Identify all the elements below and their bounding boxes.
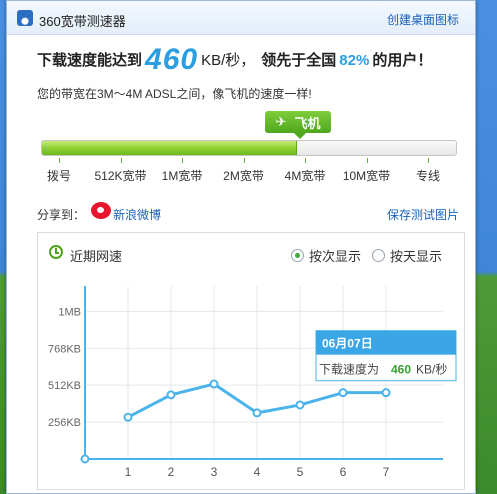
- history-panel: 近期网速 按次显示 按天显示 256KB 512KB 768KB 1MB 1 2 3 4 5 6 7…: [37, 232, 465, 490]
- speed-level-bar: [41, 140, 457, 156]
- speed-value: 460: [145, 43, 199, 76]
- speed-history-chart: 256KB 512KB 768KB 1MB 1 2 3 4 5 6 7 06月07日下载速度为 460 K…: [48, 286, 457, 479]
- data-point: [123, 412, 133, 422]
- x-tick-label: 3: [211, 465, 218, 479]
- speed-level-badge: ✈ 飞机: [265, 111, 331, 139]
- axis-origin-marker: [80, 454, 90, 464]
- scale-tick: [305, 158, 306, 163]
- scale-tick: [243, 158, 245, 163]
- tooltip-label: 下载速度为: [319, 362, 379, 377]
- scale-tick: [59, 158, 60, 163]
- rank-prefix: 领先于全国: [261, 52, 337, 69]
- y-tick-label: 256KB: [48, 417, 81, 429]
- weibo-share-link[interactable]: 新浪微博: [113, 206, 161, 223]
- title-bar: 360宽带测速器 创建桌面图标: [7, 1, 475, 35]
- x-tick-label: 5: [297, 465, 304, 479]
- data-point: [166, 390, 176, 400]
- app-title: 360宽带测速器: [39, 14, 126, 29]
- scale-label: 1M宽带: [161, 169, 203, 183]
- speed-level-fill: [42, 141, 297, 155]
- scale-label: 10M宽带: [342, 169, 391, 183]
- comparison-text: 您的带宽在3M～4M ADSL之间，像飞机的速度一样!: [37, 87, 312, 101]
- scale-label: 4M宽带: [284, 169, 326, 183]
- share-label: 分享到：: [37, 208, 86, 222]
- x-tick-label: 1: [125, 465, 132, 479]
- scale-label: 2M宽带: [223, 169, 264, 183]
- scale-label: 拨号: [46, 169, 72, 183]
- badge-label: 飞机: [294, 115, 321, 131]
- weibo-icon[interactable]: [91, 202, 111, 219]
- x-tick-label: 4: [254, 465, 261, 479]
- rank-suffix: 的用户！: [372, 52, 433, 69]
- tooltip-value: 460: [391, 363, 411, 377]
- x-tick-label: 2: [168, 465, 175, 479]
- rank-percent: 82%: [339, 52, 370, 69]
- create-shortcut-link[interactable]: 创建桌面图标: [387, 11, 459, 28]
- scale-label: 专线: [415, 169, 441, 183]
- scale-label: 512K宽带: [94, 169, 147, 183]
- data-point: [338, 388, 348, 398]
- scale-tick: [120, 158, 122, 163]
- speed-headline: 下载速度能达到 460 KB/秒， 领先于全国 82% 的用户！: [37, 43, 432, 77]
- x-tick-label: 6: [340, 465, 347, 479]
- tooltip-date: 06月07日: [322, 337, 373, 351]
- scale-tick: [366, 158, 368, 163]
- tooltip-unit: KB/秒: [416, 363, 447, 377]
- scale-tick: [428, 158, 429, 163]
- headline-prefix: 下载速度能达到: [37, 52, 143, 69]
- save-image-link[interactable]: 保存测试图片: [387, 206, 459, 223]
- data-point: [252, 408, 262, 418]
- x-tick-label: 7: [383, 465, 390, 479]
- speed-test-window: 360宽带测速器 创建桌面图标 下载速度能达到 460 KB/秒， 领先于全国 82% 的…: [6, 0, 476, 494]
- speed-unit: KB/秒，: [201, 52, 256, 69]
- y-tick-label: 512KB: [48, 380, 81, 392]
- data-point: [381, 388, 391, 398]
- y-tick-label: 768KB: [48, 343, 81, 355]
- scale-tick: [182, 158, 183, 163]
- data-point: [209, 379, 219, 389]
- data-point: [295, 400, 305, 410]
- app-logo-icon: [17, 10, 33, 26]
- y-tick-label: 1MB: [58, 306, 81, 318]
- airplane-icon: ✈: [275, 114, 287, 129]
